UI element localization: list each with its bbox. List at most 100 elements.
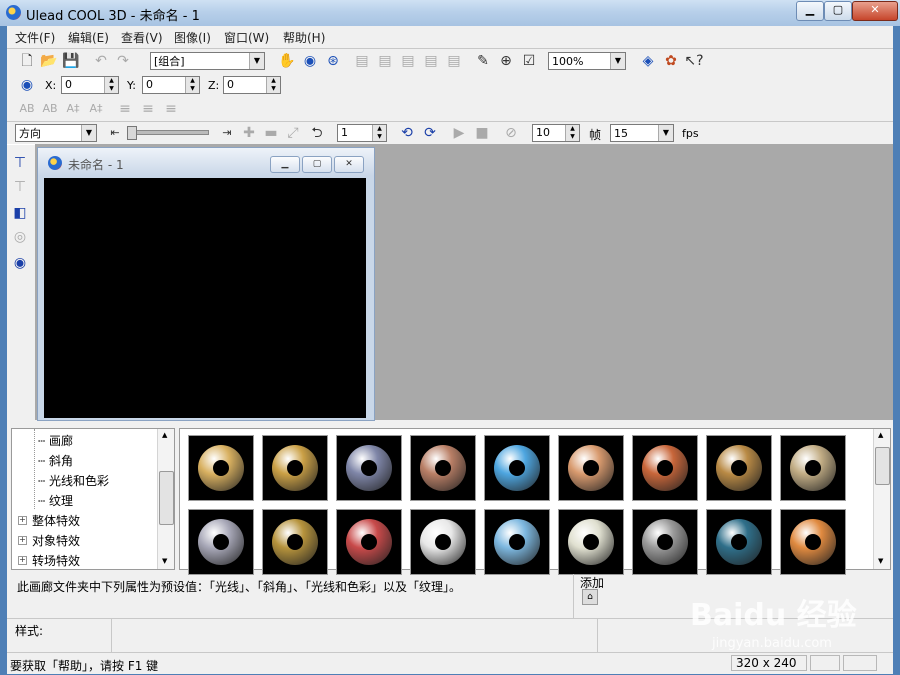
gallery-thumbnail[interactable] [632,509,698,575]
gallery-thumbnail[interactable] [336,435,402,501]
z-input[interactable]: 0 ▲ ▼ [223,76,281,94]
maximize-button[interactable]: ▢ [824,1,852,21]
menu-edit[interactable]: 编辑(E) [68,29,109,46]
palette-icon[interactable]: ✿ [661,51,681,71]
checkbox-icon[interactable]: ☑ [519,51,539,71]
text-spacing-icon[interactable]: AB [17,99,37,119]
render-icon[interactable]: ◈ [638,51,658,71]
stop-icon[interactable]: ■ [472,123,492,143]
gallery-thumbnail[interactable] [484,435,550,501]
color-icon[interactable]: ▤ [421,51,441,71]
gallery-thumbnail[interactable] [262,435,328,501]
gallery-thumbnail[interactable] [410,435,476,501]
spin-updown-icon[interactable]: ▲ ▼ [185,77,199,93]
gallery-thumbnail[interactable] [188,435,254,501]
loop-icon[interactable]: ⟲ [397,123,417,143]
current-frame-input[interactable]: 1 ▲ ▼ [337,124,387,142]
keyframe-last-icon[interactable]: ⇥ [217,123,237,143]
pan-hand-icon[interactable]: ✋ [277,51,297,71]
reverse-keyframe-icon[interactable]: ⤢ [283,123,303,143]
tree-group-transition[interactable]: 转场特效 [32,552,80,569]
document-maximize-button[interactable]: ▢ [302,156,332,173]
scroll-down-icon[interactable]: ▼ [878,557,883,565]
text-condense-icon[interactable]: AB [40,99,60,119]
spin-updown-icon[interactable]: ▲ ▼ [565,125,579,141]
gallery-thumbnail[interactable] [632,435,698,501]
scroll-up-icon[interactable]: ▲ [162,431,167,439]
menu-window[interactable]: 窗口(W) [224,29,269,46]
gallery-thumbnail[interactable] [336,509,402,575]
gallery-thumbnail[interactable] [706,435,772,501]
add-keyframe-icon[interactable]: ✚ [239,123,259,143]
pingpong-icon[interactable]: ⟳ [420,123,440,143]
gallery-scrollbar[interactable]: ▲ ▼ [873,429,890,569]
globe-icon[interactable]: ⊕ [496,51,516,71]
tree-item-light-color[interactable]: ┄ 光线和色彩 [38,472,109,489]
expand-icon[interactable]: + [18,556,27,565]
zoom-select[interactable]: 100% ▼ [548,52,626,70]
shadow-icon[interactable]: ▤ [444,51,464,71]
resize-object-icon[interactable]: ⊛ [323,51,343,71]
undo-icon[interactable]: ↶ [91,51,111,71]
rotate-object-icon[interactable]: ◉ [300,51,320,71]
gallery-thumbnail[interactable] [188,509,254,575]
scroll-up-icon[interactable]: ▲ [878,431,883,439]
expand-icon[interactable]: + [18,536,27,545]
gallery-thumbnail[interactable] [558,509,624,575]
menu-view[interactable]: 查看(V) [121,29,163,46]
play-icon[interactable]: ▶ [449,123,469,143]
object-manager-icon[interactable]: ◉ [10,253,30,273]
gallery-thumbnail[interactable] [484,509,550,575]
timeline-slider-thumb[interactable] [127,126,137,140]
gallery-thumbnail[interactable] [262,509,328,575]
gallery-scrollbar-thumb[interactable] [875,447,890,485]
tree-scrollbar-thumb[interactable] [159,471,174,525]
minimize-button[interactable]: ▁ [796,1,824,21]
document-title-bar[interactable]: 未命名 - 1 ▁ ▢ ✕ [38,148,374,176]
help-pointer-icon[interactable]: ↖? [684,51,704,71]
y-input[interactable]: 0 ▲ ▼ [142,76,200,94]
add-to-gallery-icon[interactable]: ⌂ [582,589,598,605]
object-select[interactable]: [组合] ▼ [150,52,265,70]
edit-geometry-icon[interactable]: ◎ [10,227,30,247]
text-lineheight-icon[interactable]: A‡ [63,99,83,119]
tree-item-gallery[interactable]: ┄ 画廊 [38,432,73,449]
text-vertical-icon[interactable]: A‡ [86,99,106,119]
render-canvas[interactable] [44,178,366,418]
animation-attribute-select[interactable]: 方向 ▼ [15,124,97,142]
x-input[interactable]: 0 ▲ ▼ [61,76,119,94]
insert-geometry-icon[interactable]: ◧ [10,203,30,223]
spin-updown-icon[interactable]: ▲ ▼ [266,77,280,93]
spin-updown-icon[interactable]: ▲ ▼ [372,125,386,141]
document-minimize-button[interactable]: ▁ [270,156,300,173]
fps-select[interactable]: 15 ▼ [610,124,674,142]
menu-help[interactable]: 帮助(H) [283,29,325,46]
edit-text-icon[interactable]: ⊤ [10,177,30,197]
camera-icon[interactable]: ✎ [473,51,493,71]
spin-updown-icon[interactable]: ▲ ▼ [104,77,118,93]
total-frames-input[interactable]: 10 ▲ ▼ [532,124,580,142]
expand-icon[interactable]: + [18,516,27,525]
tree-group-object[interactable]: 对象特效 [32,532,80,549]
gallery-thumbnail[interactable] [706,509,772,575]
gallery-thumbnail[interactable] [558,435,624,501]
open-folder-icon[interactable]: 📂 [39,51,59,71]
loop-back-icon[interactable]: ⮌ [307,123,327,143]
remove-keyframe-icon[interactable]: ▬ [261,123,281,143]
gallery-thumbnail[interactable] [410,509,476,575]
new-file-icon[interactable]: 🗋 [17,51,37,71]
bevel-icon[interactable]: ▤ [375,51,395,71]
smooth-motion-icon[interactable]: ⊘ [501,123,521,143]
tree-scrollbar[interactable]: ▲ ▼ [157,429,174,569]
align-center-icon[interactable]: ≡ [138,99,158,119]
save-icon[interactable]: 💾 [61,51,81,71]
redo-icon[interactable]: ↷ [113,51,133,71]
texture-icon[interactable]: ▤ [398,51,418,71]
timeline-slider[interactable] [127,130,209,135]
gallery-thumbnail[interactable] [780,509,846,575]
app-icon[interactable] [6,5,21,20]
move-object-icon[interactable]: ◉ [17,75,37,95]
align-left-icon[interactable]: ≡ [115,99,135,119]
menu-image[interactable]: 图像(I) [174,29,211,46]
tree-group-global[interactable]: 整体特效 [32,512,80,529]
